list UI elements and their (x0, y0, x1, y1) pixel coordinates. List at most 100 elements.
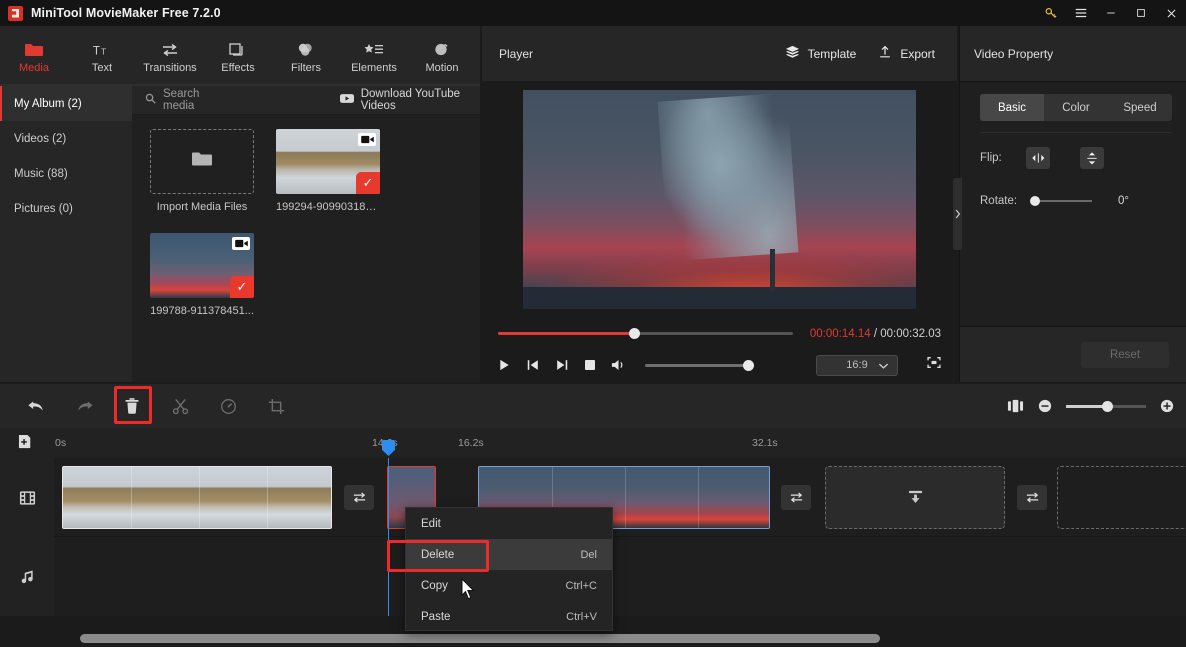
volume-handle[interactable] (743, 359, 754, 371)
tab-motion[interactable]: Motion (408, 26, 476, 86)
rotate-handle[interactable] (1030, 196, 1040, 206)
fullscreen-button[interactable] (927, 356, 941, 374)
timeline-scrollbar-track[interactable] (54, 634, 1182, 643)
crop-button[interactable] (252, 391, 300, 421)
add-track-button[interactable] (18, 434, 35, 456)
split-button[interactable] (156, 391, 204, 421)
album-item-my-album[interactable]: My Album (2) (0, 86, 132, 121)
video-preview[interactable] (523, 90, 916, 309)
search-media-label: Search media (163, 88, 200, 112)
maximize-icon[interactable] (1126, 0, 1156, 26)
import-media-label: Import Media Files (156, 201, 248, 213)
svg-text:T: T (93, 44, 100, 58)
tab-color[interactable]: Color (1044, 94, 1108, 121)
timeline-scrollbar-thumb[interactable] (80, 634, 880, 643)
context-menu-item-label: Paste (421, 610, 451, 623)
media-item[interactable]: ✓ 199294-909903183... (276, 129, 380, 213)
window-controls (1036, 0, 1186, 26)
media-browser: Search media Download YouTube Videos Imp… (132, 86, 480, 382)
time-display: 00:00:14.14 / 00:00:32.03 (810, 328, 941, 340)
clip-drop-placeholder[interactable] (1057, 466, 1186, 529)
tab-elements[interactable]: Elements (340, 26, 408, 86)
video-track[interactable] (54, 458, 1186, 537)
media-selected-check-icon[interactable]: ✓ (356, 172, 380, 194)
timeline-zoom-handle[interactable] (1102, 400, 1113, 412)
effects-icon (228, 38, 248, 58)
seek-handle[interactable] (629, 328, 640, 339)
album-item-pictures[interactable]: Pictures (0) (0, 191, 132, 226)
timeline-ruler[interactable]: 0s 14.6s 16.2s 32.1s (0, 428, 1186, 458)
tab-filters[interactable]: Filters (272, 26, 340, 86)
add-transition-button[interactable] (1017, 485, 1047, 510)
playhead-line (388, 458, 389, 616)
delete-button[interactable] (108, 391, 156, 421)
context-menu-item-paste[interactable]: Paste Ctrl+V (406, 601, 612, 632)
zoom-in-button[interactable] (1160, 399, 1174, 413)
export-label: Export (900, 46, 935, 61)
rotate-value: 0° (1118, 195, 1129, 207)
album-item-music[interactable]: Music (88) (0, 156, 132, 191)
tab-text[interactable]: TT Text (68, 26, 136, 86)
aspect-ratio-select[interactable]: 16:9 (816, 354, 898, 376)
property-panel: Video Property Basic Color Speed Flip: R… (953, 26, 1186, 382)
text-icon: TT (92, 38, 112, 58)
media-selected-check-icon[interactable]: ✓ (230, 276, 254, 298)
redo-button[interactable] (60, 391, 108, 421)
export-icon (878, 45, 892, 62)
undo-button[interactable] (12, 391, 60, 421)
context-menu-item-delete[interactable]: Delete Del (406, 539, 612, 570)
speed-button[interactable] (204, 391, 252, 421)
import-media-dropzone[interactable] (150, 129, 254, 194)
seek-row: 00:00:14.14 / 00:00:32.03 (498, 317, 941, 350)
transitions-icon (160, 38, 180, 58)
player-controls: 00:00:14.14 / 00:00:32.03 16:9 (482, 317, 957, 382)
play-button[interactable] (498, 358, 511, 372)
tab-basic[interactable]: Basic (980, 94, 1044, 121)
tab-speed[interactable]: Speed (1108, 94, 1172, 121)
seek-slider[interactable] (498, 328, 793, 339)
video-stage (482, 82, 957, 317)
media-thumbnail[interactable]: ✓ (150, 233, 254, 298)
minimize-icon[interactable] (1096, 0, 1126, 26)
timeline-zoom-slider[interactable] (1066, 400, 1146, 412)
hamburger-icon[interactable] (1066, 0, 1096, 26)
template-label: Template (807, 46, 857, 61)
tab-effects[interactable]: Effects (204, 26, 272, 86)
import-media-cell[interactable]: Import Media Files (150, 129, 254, 213)
fit-timeline-button[interactable] (1007, 399, 1024, 413)
media-item[interactable]: ✓ 199788-911378451... (150, 233, 254, 317)
context-menu-item-copy[interactable]: Copy Ctrl+C (406, 570, 612, 601)
export-button[interactable]: Export (878, 45, 935, 62)
volume-icon[interactable] (611, 358, 626, 372)
player-header: Player Template Export (482, 26, 957, 82)
tab-transitions[interactable]: Transitions (136, 26, 204, 86)
panel-collapse-toggle[interactable] (953, 178, 962, 250)
flip-horizontal-button[interactable] (1026, 147, 1050, 169)
zoom-out-button[interactable] (1038, 399, 1052, 413)
aspect-ratio-value: 16:9 (846, 359, 868, 371)
add-transition-button[interactable] (344, 485, 374, 510)
download-youtube-button[interactable]: Download YouTube Videos (339, 88, 480, 112)
audio-track[interactable] (54, 537, 1186, 616)
volume-slider[interactable] (645, 359, 754, 371)
add-transition-button[interactable] (781, 485, 811, 510)
timeline-clip[interactable] (62, 466, 332, 529)
clip-drop-placeholder[interactable] (825, 466, 1005, 529)
next-frame-button[interactable] (555, 358, 569, 372)
media-thumbnail[interactable]: ✓ (276, 129, 380, 194)
rotate-slider[interactable] (1030, 196, 1092, 206)
tab-media[interactable]: Media (0, 26, 68, 86)
reset-button[interactable]: Reset (1081, 341, 1169, 368)
clip-frame-divider (199, 467, 200, 528)
media-item-label: 199294-909903183... (276, 201, 380, 213)
key-icon[interactable] (1036, 0, 1066, 26)
close-icon[interactable] (1156, 0, 1186, 26)
seek-fill (498, 332, 635, 335)
flip-vertical-button[interactable] (1080, 147, 1104, 169)
context-menu-item-edit[interactable]: Edit (406, 508, 612, 539)
stop-button[interactable] (584, 359, 596, 371)
album-item-videos[interactable]: Videos (2) (0, 121, 132, 156)
previous-frame-button[interactable] (526, 358, 540, 372)
template-button[interactable]: Template (785, 45, 857, 62)
search-media-control[interactable]: Search media (145, 88, 224, 112)
